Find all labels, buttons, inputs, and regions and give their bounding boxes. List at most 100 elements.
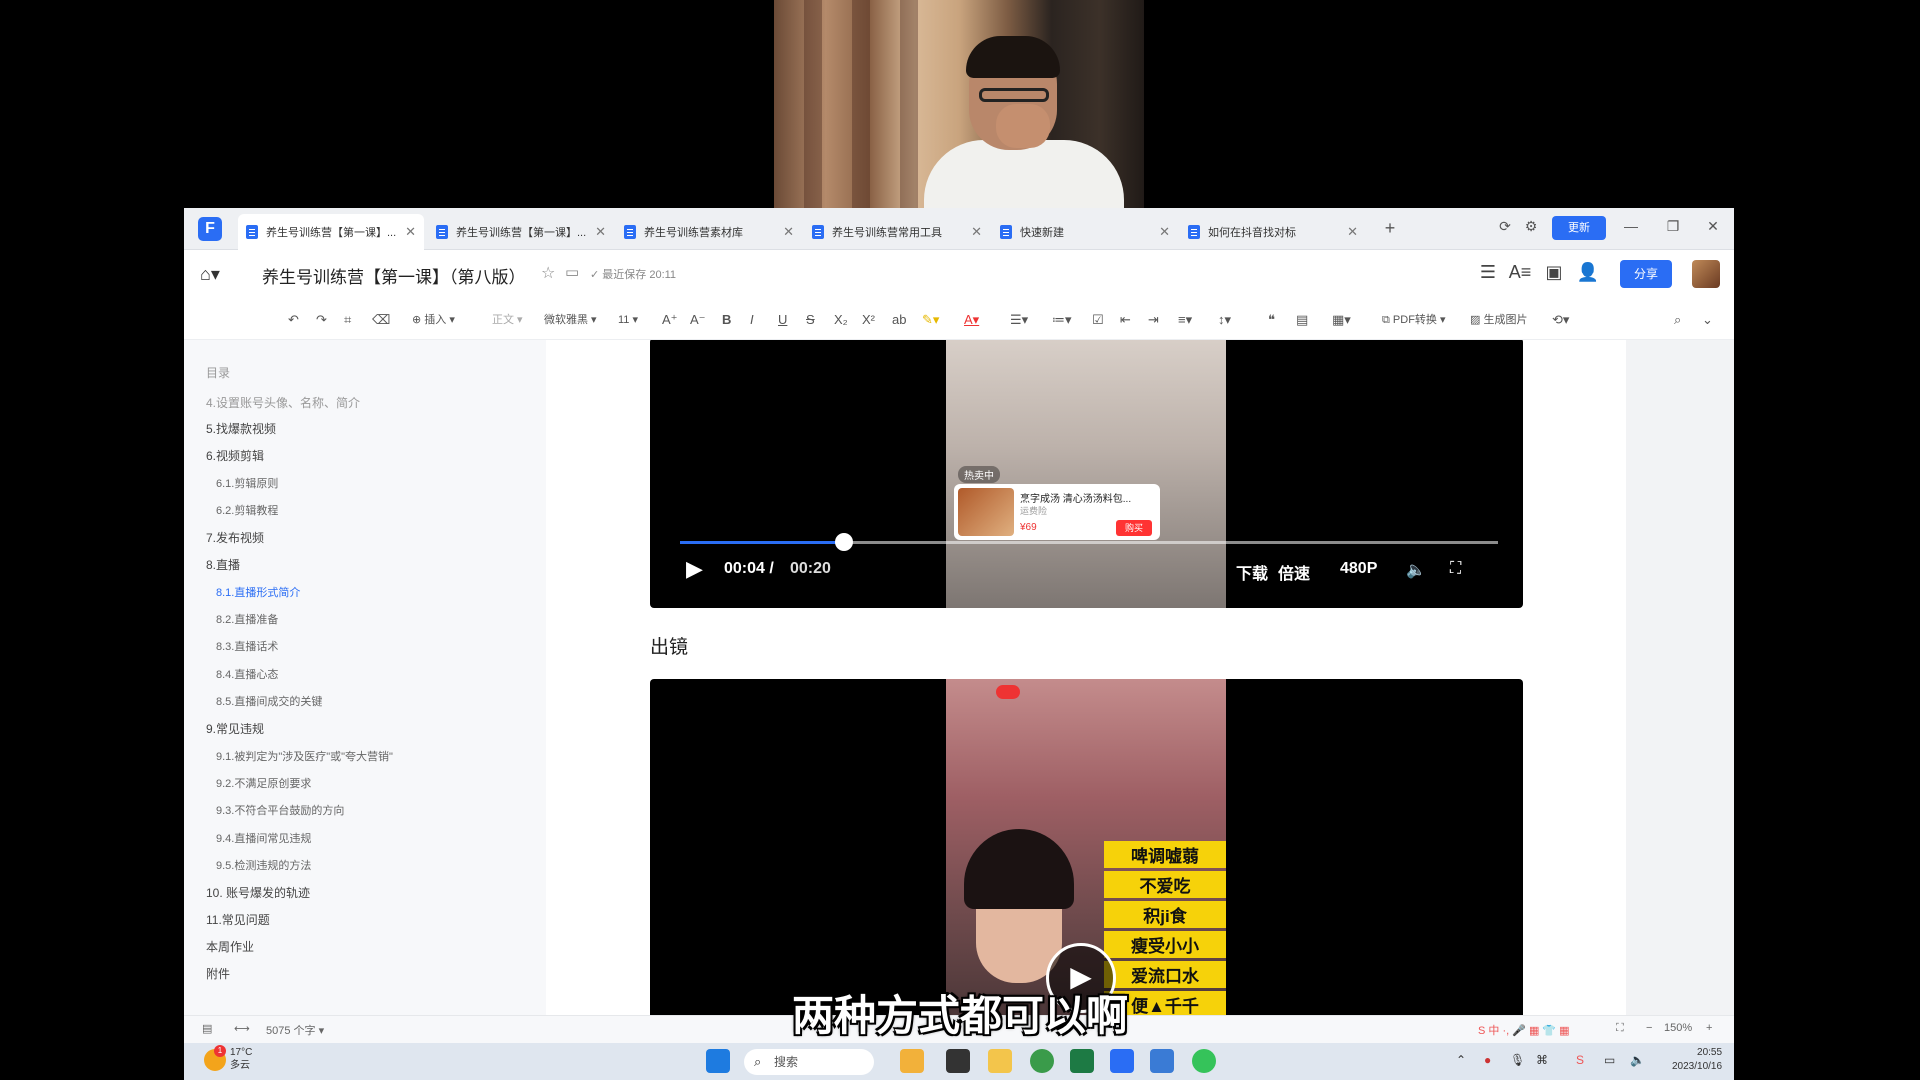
network-icon[interactable]: ⌘ (1536, 1053, 1548, 1067)
wechat-icon[interactable] (1192, 1049, 1216, 1073)
bullet-list-icon[interactable]: ☰▾ (1010, 310, 1028, 330)
app-logo-icon[interactable]: F (198, 217, 222, 241)
font-family-select[interactable]: 微软雅黑 ▾ (544, 310, 597, 330)
mic-icon[interactable]: 🎙 (1510, 1053, 1525, 1067)
toc-item[interactable]: 9.4.直播间常见违规 (216, 830, 311, 846)
tab-doc-4[interactable]: 养生号训练营常用工具 ✕ (804, 214, 990, 250)
toc-item[interactable]: 6.视频剪辑 (206, 447, 264, 464)
volume-icon[interactable]: 🔈 (1406, 560, 1426, 580)
display-icon[interactable]: ▭ (1604, 1053, 1615, 1067)
tab-doc-3[interactable]: 养生号训练营素材库 ✕ (616, 214, 802, 250)
strikethrough-icon[interactable]: S (806, 310, 815, 330)
toc-item[interactable]: 8.4.直播心态 (216, 666, 278, 682)
tab-quick-new[interactable]: 快速新建 ✕ (992, 214, 1178, 250)
toc-item[interactable]: 10. 账号爆发的轨迹 (206, 884, 310, 901)
pdf-convert-button[interactable]: ⧉ PDF转换 ▾ (1382, 310, 1446, 330)
highlight-icon[interactable]: ✎▾ (922, 310, 939, 330)
quote-icon[interactable]: ❝ (1268, 310, 1275, 330)
download-button[interactable]: 下载 (1236, 560, 1268, 584)
chrome-icon[interactable] (1030, 1049, 1054, 1073)
minimize-icon[interactable]: — (1620, 218, 1642, 234)
line-spacing-icon[interactable]: ↕▾ (1218, 310, 1231, 330)
taskbar-search[interactable]: ⌕ 搜索 (744, 1049, 874, 1075)
toc-item[interactable]: 8.5.直播间成交的关键 (216, 693, 322, 709)
progress-handle[interactable] (834, 533, 853, 551)
tab-doc-6[interactable]: 如何在抖音找对标 ✕ (1180, 214, 1366, 250)
close-window-icon[interactable]: ✕ (1702, 218, 1724, 235)
update-button[interactable]: 更新 (1552, 216, 1606, 240)
clear-format-icon[interactable]: ⌫ (372, 310, 390, 330)
toc-item[interactable]: 5.找爆款视频 (206, 420, 276, 437)
generate-image-button[interactable]: ▨ 生成图片 (1470, 310, 1527, 330)
chevron-down-icon[interactable]: ⌄ (1702, 310, 1713, 330)
format-painter-icon[interactable]: ⌗ (344, 310, 351, 330)
toc-item[interactable]: 9.2.不满足原创要求 (216, 775, 311, 791)
toc-item[interactable]: 9.常见违规 (206, 720, 264, 737)
settings-icon[interactable]: ⚙ (1520, 218, 1542, 235)
document-title[interactable]: 养生号训练营【第一课】（第八版） (262, 263, 526, 288)
folder-icon[interactable]: ▭ (565, 263, 579, 281)
speed-button[interactable]: 倍速 (1278, 560, 1310, 584)
text-style-icon[interactable]: A≡ (1508, 262, 1532, 283)
clock[interactable]: 20:55 2023/10/16 (1672, 1046, 1722, 1074)
superscript-icon[interactable]: X² (862, 310, 875, 330)
speaker-icon[interactable]: 🔈 (1630, 1053, 1645, 1067)
toc-item[interactable]: 7.发布视频 (206, 529, 264, 546)
tab-doc-1[interactable]: 养生号训练营【第一课】... ✕ (238, 214, 424, 250)
close-icon[interactable]: ✕ (595, 224, 606, 240)
toc-item[interactable]: 9.5.检测违规的方法 (216, 857, 311, 873)
tray-app-icon[interactable]: ● (1484, 1053, 1491, 1067)
comment-icon[interactable]: ▤ (1296, 310, 1308, 330)
numbered-list-icon[interactable]: ≔▾ (1052, 310, 1072, 330)
close-icon[interactable]: ✕ (1347, 224, 1358, 240)
subscript-icon[interactable]: X₂ (834, 310, 848, 330)
weather-widget[interactable]: 17°C 多云 (230, 1046, 252, 1072)
spellcheck-icon[interactable]: ab (892, 310, 906, 330)
video-player-1[interactable]: 热卖中 烹字成汤 清心汤汤料包... 运费险 ¥69 购买 ▶ 00:04 / … (650, 340, 1523, 608)
toc-item[interactable]: 附件 (206, 965, 230, 982)
font-color-icon[interactable]: A▾ (964, 310, 979, 330)
paragraph-style-select[interactable]: 正文 ▾ (492, 310, 523, 330)
toc-item[interactable]: 8.2.直播准备 (216, 611, 278, 627)
align-icon[interactable]: ≡▾ (1178, 310, 1192, 330)
home-icon[interactable]: ⌂▾ (200, 264, 220, 285)
italic-icon[interactable]: I (750, 310, 754, 330)
insert-menu[interactable]: ⊕ 插入 ▾ (412, 310, 455, 330)
restore-icon[interactable]: ❐ (1662, 218, 1684, 235)
app-icon[interactable] (1150, 1049, 1174, 1073)
toc-item-active[interactable]: 8.1.直播形式简介 (216, 584, 300, 600)
excel-icon[interactable] (1070, 1049, 1094, 1073)
start-icon[interactable] (706, 1049, 730, 1073)
close-icon[interactable]: ✕ (405, 224, 416, 240)
video-progress-bar[interactable] (680, 533, 1498, 551)
checklist-icon[interactable]: ☑ (1092, 310, 1104, 330)
close-icon[interactable]: ✕ (971, 224, 982, 240)
font-shrink-icon[interactable]: A⁻ (690, 310, 706, 330)
share-button[interactable]: 分享 (1620, 260, 1672, 288)
add-tab-icon[interactable]: + (1380, 218, 1400, 239)
play-icon[interactable]: ▶ (686, 556, 703, 582)
font-grow-icon[interactable]: A⁺ (662, 310, 678, 330)
close-icon[interactable]: ✕ (1159, 224, 1170, 240)
indent-decrease-icon[interactable]: ⇤ (1120, 310, 1131, 330)
toc-item[interactable]: 本周作业 (206, 938, 254, 955)
toc-item[interactable]: 9.3.不符合平台鼓励的方向 (216, 802, 344, 818)
fullscreen-icon[interactable]: ⛶ (1450, 560, 1461, 578)
tab-doc-2[interactable]: 养生号训练营【第一课】... ✕ (428, 214, 614, 250)
video-player-2[interactable]: 啤调嘘蒻 不爱吃 积ji食 瘦受小小 爱流口水 便▲千千 ▶ (650, 679, 1523, 1015)
redo-icon[interactable]: ↷ (316, 310, 327, 330)
toc-item[interactable]: 11.常见问题 (206, 911, 270, 928)
chevron-up-icon[interactable]: ⌃ (1456, 1053, 1466, 1067)
undo-icon[interactable]: ↶ (288, 310, 299, 330)
toc-item[interactable]: 6.2.剪辑教程 (216, 502, 278, 518)
collaborator-icon[interactable]: 👤 (1576, 262, 1600, 283)
close-icon[interactable]: ✕ (783, 224, 794, 240)
feishu-icon[interactable] (1110, 1049, 1134, 1073)
toc-item[interactable]: 9.1.被判定为"涉及医疗"或"夸大营销" (216, 748, 393, 764)
toc-item[interactable]: 8.直播 (206, 556, 240, 573)
search-icon[interactable]: ⌕ (1674, 310, 1681, 330)
menu-icon[interactable]: ☰ (1476, 262, 1500, 283)
ime-icon[interactable]: S (1576, 1053, 1584, 1067)
indent-increase-icon[interactable]: ⇥ (1148, 310, 1159, 330)
quality-button[interactable]: 480P (1340, 560, 1377, 578)
